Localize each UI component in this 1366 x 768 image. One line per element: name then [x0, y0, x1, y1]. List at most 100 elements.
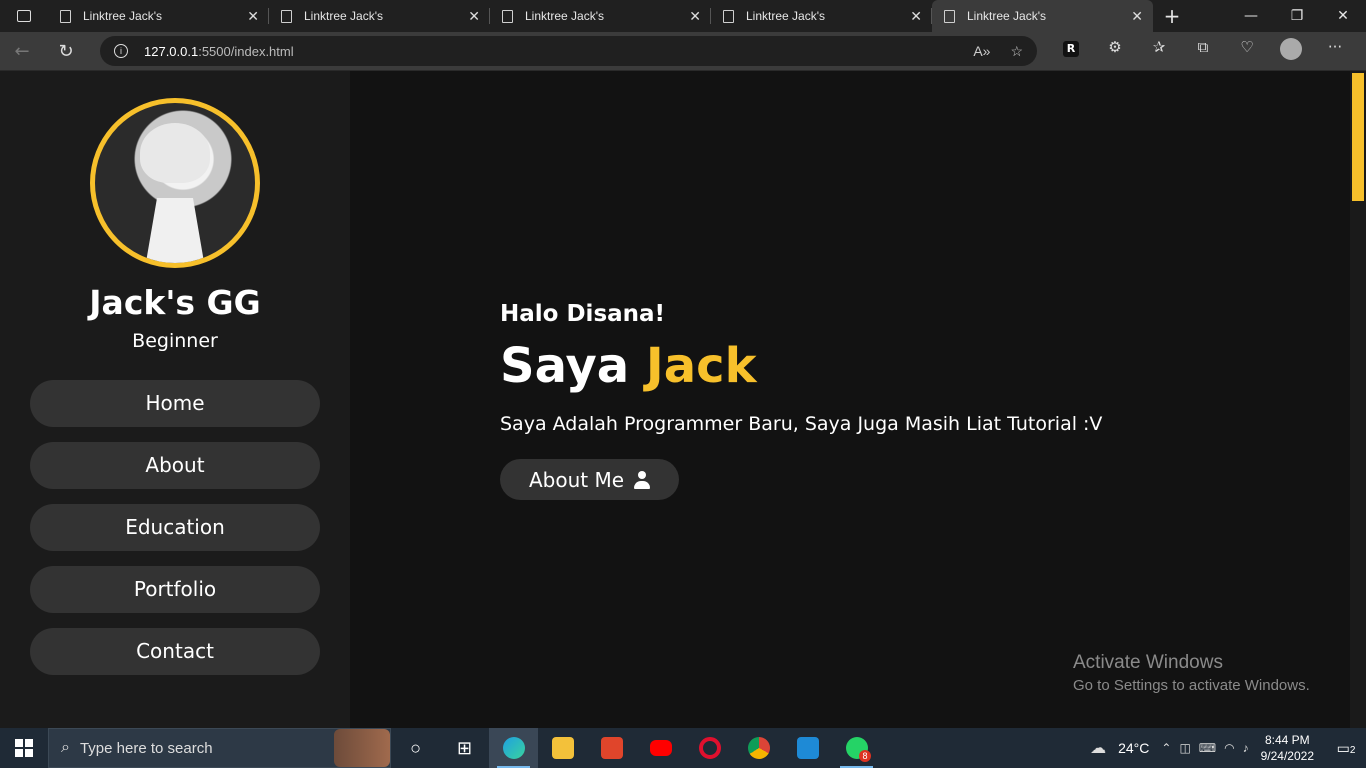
- whatsapp-badge: 8: [859, 750, 871, 762]
- tab-title: Linktree Jack's: [83, 9, 162, 23]
- document-icon: [281, 9, 292, 23]
- search-icon: ⌕: [61, 739, 70, 756]
- chevron-up-icon[interactable]: ⌃: [1161, 741, 1171, 755]
- browser-tab[interactable]: Linktree Jack's ✕: [48, 0, 269, 32]
- close-tab-icon[interactable]: ✕: [1131, 8, 1143, 25]
- close-tab-icon[interactable]: ✕: [689, 8, 701, 25]
- scrollbar-thumb[interactable]: [1352, 73, 1364, 201]
- about-me-button[interactable]: About Me: [500, 459, 679, 500]
- edge-taskbar-icon[interactable]: [489, 728, 538, 768]
- task-view-icon[interactable]: ⊞: [440, 728, 489, 768]
- collections-icon[interactable]: ⧉: [1181, 38, 1225, 64]
- browser-tab-active[interactable]: Linktree Jack's ✕: [932, 0, 1153, 32]
- menu-item-about[interactable]: About: [30, 442, 320, 489]
- tab-title: Linktree Jack's: [967, 9, 1046, 23]
- extensions-icon[interactable]: ⚙: [1093, 38, 1137, 64]
- clock-date: 9/24/2022: [1260, 749, 1314, 763]
- weather-temperature[interactable]: 24°C: [1118, 740, 1149, 756]
- restore-icon[interactable]: ❐: [1274, 8, 1320, 24]
- headline-prefix: Saya: [500, 338, 646, 394]
- menu-item-contact[interactable]: Contact: [30, 628, 320, 675]
- browser-tab[interactable]: Linktree Jack's ✕: [490, 0, 711, 32]
- close-tab-icon[interactable]: ✕: [247, 8, 259, 25]
- cortana-icon[interactable]: ○: [391, 728, 440, 768]
- opera-icon[interactable]: [685, 728, 734, 768]
- system-tray: ☁ 24°C ⌃ ◫ ⌨ ◠ ♪ 8:44 PM 9/24/2022 ▭2: [1086, 728, 1366, 768]
- address-bar[interactable]: i 127.0.0.1:5500/index.html A» ☆: [100, 36, 1037, 66]
- search-highlight-image: [334, 729, 390, 767]
- windows-logo-icon: [15, 739, 33, 757]
- browser-tab[interactable]: Linktree Jack's ✕: [711, 0, 932, 32]
- add-favorite-icon[interactable]: ☆: [1010, 43, 1023, 60]
- menu-item-home[interactable]: Home: [30, 380, 320, 427]
- profile-button[interactable]: [1269, 38, 1313, 64]
- headline-accent: Jack: [645, 338, 757, 394]
- user-icon: [634, 470, 651, 489]
- menu-item-portfolio[interactable]: Portfolio: [30, 566, 320, 613]
- meet-now-icon[interactable]: ◫: [1179, 741, 1190, 755]
- browser-tab[interactable]: Linktree Jack's ✕: [269, 0, 490, 32]
- tab-title: Linktree Jack's: [304, 9, 383, 23]
- watermark-subtitle: Go to Settings to activate Windows.: [1073, 677, 1310, 694]
- page-scrollbar[interactable]: [1350, 71, 1366, 728]
- system-clock[interactable]: 8:44 PM 9/24/2022: [1261, 732, 1314, 764]
- profile-role: Beginner: [132, 330, 218, 352]
- wifi-icon[interactable]: ◠: [1224, 741, 1234, 755]
- browser-tools: R ⚙ ✰ ⧉ ♡ ···: [1049, 38, 1357, 64]
- extension-r-button[interactable]: R: [1049, 38, 1093, 64]
- more-options-icon[interactable]: ···: [1313, 38, 1357, 64]
- profile-name: Jack's GG: [89, 283, 261, 322]
- vscode-icon[interactable]: [783, 728, 832, 768]
- close-tab-icon[interactable]: ✕: [910, 8, 922, 25]
- browser-tab-strip: Linktree Jack's ✕ Linktree Jack's ✕ Link…: [0, 0, 1366, 32]
- input-method-icon[interactable]: ⌨: [1199, 741, 1216, 755]
- start-button[interactable]: [0, 728, 48, 768]
- profile-avatar: [90, 98, 260, 268]
- youtube-icon[interactable]: [636, 728, 685, 768]
- minimize-icon[interactable]: —: [1228, 8, 1274, 24]
- close-tab-icon[interactable]: ✕: [468, 8, 480, 25]
- taskbar: ⌕ Type here to search ○ ⊞ 8 ☁ 24°C ⌃ ◫ ⌨…: [0, 728, 1366, 768]
- tab-title: Linktree Jack's: [746, 9, 825, 23]
- notification-center-button[interactable]: ▭2: [1326, 740, 1366, 757]
- page-viewport: Jack's GG Beginner Home About Education …: [0, 71, 1366, 728]
- chrome-icon[interactable]: [734, 728, 783, 768]
- url-host: 127.0.0.1: [144, 43, 199, 59]
- profile-avatar-icon: [1280, 38, 1302, 60]
- extension-r-icon: R: [1063, 41, 1079, 57]
- new-tab-button[interactable]: +: [1153, 4, 1191, 28]
- menu-item-education[interactable]: Education: [30, 504, 320, 551]
- back-button[interactable]: ←: [0, 41, 44, 62]
- refresh-button[interactable]: ↻: [44, 41, 88, 62]
- browser-essentials-icon[interactable]: ♡: [1225, 38, 1269, 64]
- document-icon: [944, 9, 955, 23]
- weather-cloud-icon[interactable]: ☁: [1090, 738, 1106, 758]
- hero-description: Saya Adalah Programmer Baru, Saya Juga M…: [500, 413, 1103, 435]
- whatsapp-icon[interactable]: 8: [832, 728, 881, 768]
- url-path: :5500/index.html: [198, 43, 294, 59]
- sidebar: Jack's GG Beginner Home About Education …: [0, 71, 350, 728]
- office-icon[interactable]: [587, 728, 636, 768]
- read-aloud-icon[interactable]: A»: [973, 43, 990, 60]
- notification-icon: ▭: [1336, 739, 1350, 756]
- clock-time: 8:44 PM: [1264, 733, 1310, 747]
- address-toolbar: ← ↻ i 127.0.0.1:5500/index.html A» ☆ R ⚙…: [0, 32, 1366, 71]
- taskbar-search[interactable]: ⌕ Type here to search: [48, 728, 391, 768]
- about-me-label: About Me: [528, 467, 625, 492]
- document-icon: [502, 9, 513, 23]
- activate-windows-watermark: Activate Windows Go to Settings to activ…: [1073, 652, 1310, 694]
- sidebar-menu: Home About Education Portfolio Contact: [30, 380, 320, 690]
- document-icon: [723, 9, 734, 23]
- favorites-icon[interactable]: ✰: [1137, 38, 1181, 64]
- tab-title: Linktree Jack's: [525, 9, 604, 23]
- close-window-icon[interactable]: ✕: [1320, 8, 1366, 24]
- volume-icon[interactable]: ♪: [1243, 741, 1249, 755]
- hero-greeting: Halo Disana!: [500, 301, 666, 327]
- watermark-title: Activate Windows: [1073, 652, 1223, 673]
- file-explorer-icon[interactable]: [538, 728, 587, 768]
- hero-headline: Saya Jack: [500, 338, 757, 394]
- site-info-icon[interactable]: i: [114, 44, 128, 58]
- tab-actions-button[interactable]: [0, 0, 48, 32]
- notification-count: 2: [1349, 744, 1356, 756]
- address-bar-actions: A» ☆: [973, 43, 1023, 60]
